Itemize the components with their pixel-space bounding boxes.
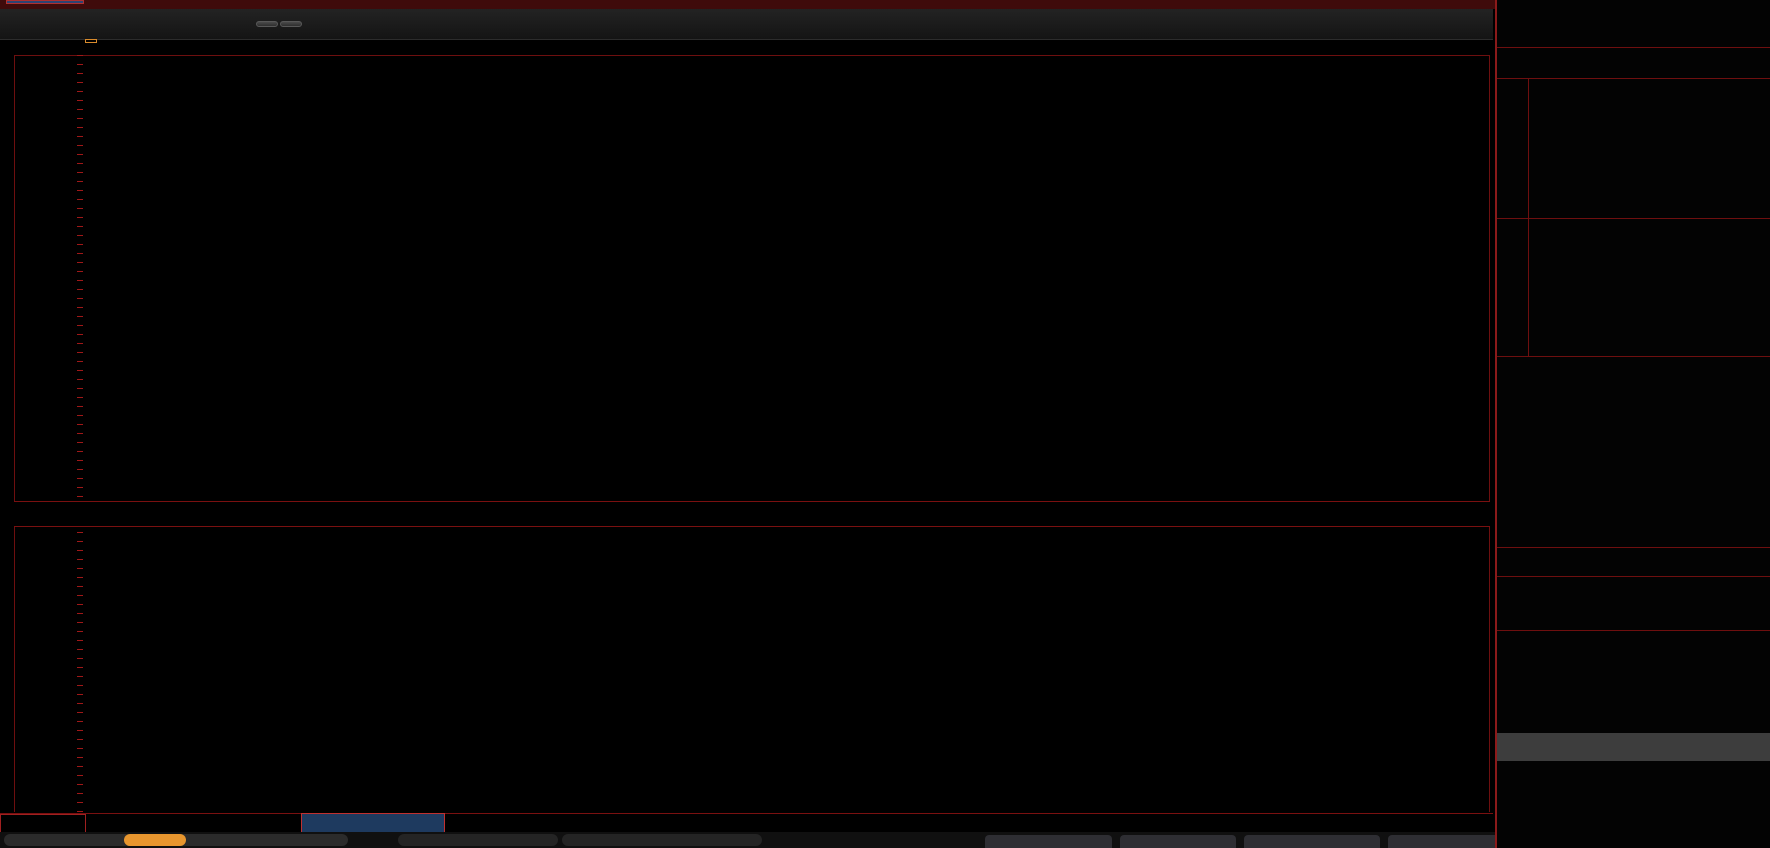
- main-indicator-dropdown[interactable]: [85, 39, 97, 43]
- divider: [1497, 78, 1770, 79]
- panel-tabs: [1497, 632, 1770, 659]
- bottom-tab[interactable]: [1120, 835, 1236, 848]
- orderbook-divider: [1528, 78, 1529, 356]
- quote-header: [1497, 10, 1770, 44]
- divider: [1497, 630, 1770, 631]
- divider: [1497, 218, 1770, 219]
- scrollbar-thumb[interactable]: [124, 834, 186, 846]
- date-position-box[interactable]: [301, 813, 445, 833]
- indicator-row-sub: [14, 501, 1490, 527]
- divider: [1497, 576, 1770, 577]
- period-label-button[interactable]: [0, 814, 86, 834]
- current-price-tag: [6, 0, 84, 4]
- section-header: [1497, 733, 1770, 761]
- bottom-tab[interactable]: [562, 834, 762, 846]
- bottom-tab[interactable]: [1244, 835, 1380, 848]
- indicator-row-main: [85, 39, 105, 43]
- trading-app-window: [0, 0, 1770, 848]
- divider: [1497, 547, 1770, 548]
- bottom-tab[interactable]: [398, 834, 558, 846]
- divider: [1497, 47, 1770, 48]
- bottom-tab[interactable]: [985, 835, 1112, 848]
- quote-panel: [1495, 0, 1770, 848]
- x-axis-bar: [0, 813, 1493, 834]
- main-chart-canvas[interactable]: [0, 0, 1493, 848]
- divider: [1497, 356, 1770, 357]
